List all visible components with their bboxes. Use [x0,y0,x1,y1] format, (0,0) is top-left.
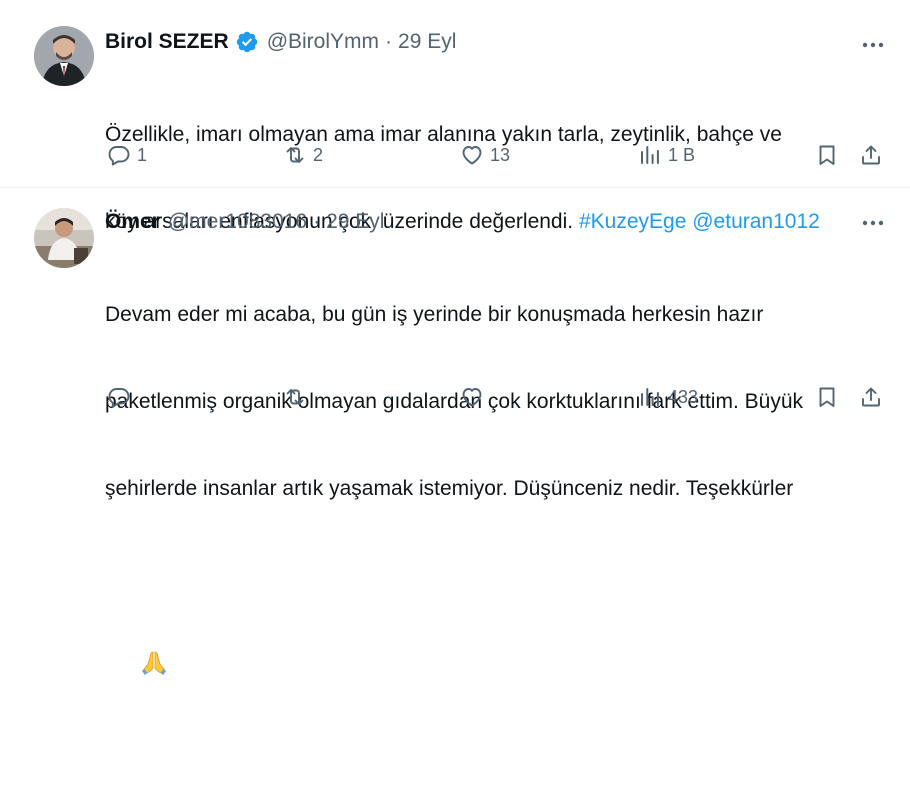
reply-count: 1 [137,144,148,165]
views-icon [638,143,662,167]
share-button[interactable] [859,382,883,412]
views-count: 1 B [668,144,696,165]
avatar[interactable] [34,208,94,268]
bookmark-icon [815,143,839,167]
reply-button[interactable]: 1 [107,140,147,170]
action-bar: 1 2 13 1 B [107,140,888,170]
retweet-count: 2 [313,144,324,165]
more-icon[interactable] [858,212,888,234]
retweet-button[interactable]: 2 [283,140,323,170]
tweet-text-line: şehirlerde insanlar artık yaşamak istemi… [105,477,794,500]
author-handle[interactable]: @BirolYmm [267,30,379,54]
more-icon[interactable] [858,34,888,56]
share-button[interactable] [859,140,883,170]
share-icon [859,143,883,167]
tweet-header: Ömer @mer1083016 · 29 Eyl [105,188,880,236]
reply-button[interactable] [107,382,137,412]
views-button[interactable]: 1 B [638,140,695,170]
like-button[interactable]: 13 [460,140,510,170]
tweet[interactable]: Ömer @mer1083016 · 29 Eyl Devam eder mi … [0,188,910,675]
action-bar: 433 [107,382,888,412]
tweet-text: Devam eder mi acaba, bu gün iş yerinde b… [105,242,880,795]
retweet-icon [283,143,307,167]
verified-badge-icon [235,30,259,54]
author-name[interactable]: Birol SEZER [105,30,229,54]
share-icon [859,385,883,409]
separator: · [385,30,393,53]
author-handle[interactable]: @mer1083016 [168,210,307,234]
author-name[interactable]: Ömer [105,210,160,234]
timestamp[interactable]: 29 Eyl [398,30,456,54]
avatar[interactable] [34,26,94,86]
tweet-header: Birol SEZER @BirolYmm · 29 Eyl [105,0,880,56]
tweet-text-line: Devam eder mi acaba, bu gün iş yerinde b… [105,303,764,326]
retweet-button[interactable] [283,382,313,412]
reply-icon [107,143,131,167]
like-button[interactable] [460,382,490,412]
like-count: 13 [490,144,511,165]
like-icon [460,385,484,409]
timestamp[interactable]: 29 Eyl [326,210,384,234]
tweet-text-line [105,561,880,737]
views-count: 433 [668,386,699,407]
tweet[interactable]: Birol SEZER @BirolYmm · 29 Eyl Özellikle… [0,0,910,233]
like-icon [460,143,484,167]
views-icon [638,385,662,409]
separator: · [313,210,321,233]
folded-hands-emoji [140,590,168,675]
reply-icon [107,385,131,409]
views-button[interactable]: 433 [638,382,698,412]
bookmark-button[interactable] [815,382,839,412]
bookmark-button[interactable] [815,140,839,170]
retweet-icon [283,385,307,409]
bookmark-icon [815,385,839,409]
